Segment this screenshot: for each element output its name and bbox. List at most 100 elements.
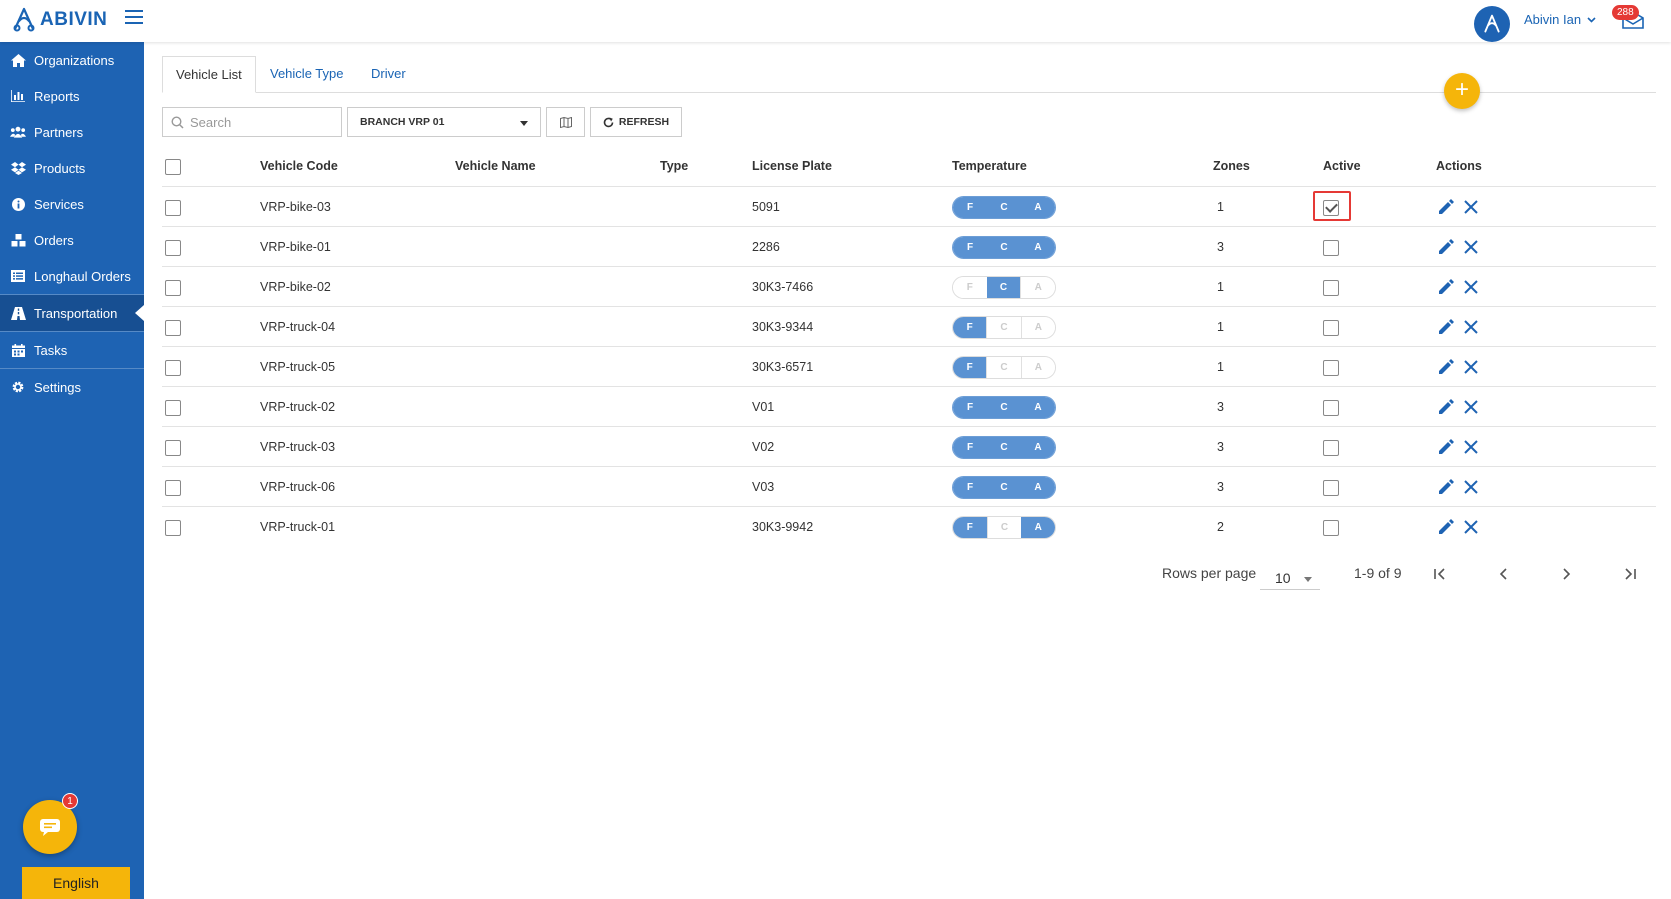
row-select-checkbox[interactable]: [165, 240, 181, 256]
abivin-logo-icon: [13, 7, 35, 32]
license-plate: 2286: [752, 240, 780, 254]
temperature-toggle-a[interactable]: A: [1021, 477, 1055, 498]
last-page-icon: [1625, 568, 1636, 580]
row-select-checkbox[interactable]: [165, 520, 181, 536]
active-checkbox[interactable]: [1323, 520, 1339, 536]
rows-per-page-select[interactable]: 10: [1260, 566, 1320, 590]
row-select-checkbox[interactable]: [165, 400, 181, 416]
edit-icon[interactable]: [1437, 438, 1455, 456]
active-checkbox[interactable]: [1323, 400, 1339, 416]
sidebar-item-orders[interactable]: Orders: [0, 222, 144, 258]
zones-count: 1: [1217, 200, 1224, 214]
temperature-toggle-a[interactable]: A: [1021, 397, 1055, 418]
tab-vehicle-list[interactable]: Vehicle List: [162, 56, 256, 93]
row-select-checkbox[interactable]: [165, 480, 181, 496]
temperature-toggle-f[interactable]: F: [953, 277, 987, 298]
sidebar-item-organizations[interactable]: Organizations: [0, 42, 144, 78]
temperature-toggle-f[interactable]: F: [953, 477, 987, 498]
temperature-toggle-c[interactable]: C: [986, 317, 1021, 338]
column-header-license-plate: License Plate: [752, 159, 832, 173]
temperature-toggle-a[interactable]: A: [1020, 357, 1055, 378]
delete-icon[interactable]: [1462, 478, 1480, 496]
delete-icon[interactable]: [1462, 398, 1480, 416]
search-input[interactable]: [190, 114, 330, 130]
edit-icon[interactable]: [1437, 238, 1455, 256]
delete-icon[interactable]: [1462, 318, 1480, 336]
edit-icon[interactable]: [1437, 398, 1455, 416]
avatar[interactable]: [1474, 6, 1510, 42]
road-icon: [10, 305, 26, 321]
temperature-toggle-a[interactable]: A: [1021, 237, 1055, 258]
row-select-checkbox[interactable]: [165, 280, 181, 296]
temperature-toggle-c[interactable]: C: [987, 197, 1021, 218]
temperature-toggle-a[interactable]: A: [1020, 317, 1055, 338]
row-select-checkbox[interactable]: [165, 440, 181, 456]
active-checkbox[interactable]: [1323, 440, 1339, 456]
temperature-toggle-c[interactable]: C: [987, 477, 1021, 498]
temperature-toggle-a[interactable]: A: [1021, 437, 1055, 458]
map-button[interactable]: [546, 107, 585, 137]
temperature-toggle-f[interactable]: F: [953, 197, 987, 218]
delete-icon[interactable]: [1462, 518, 1480, 536]
language-selector[interactable]: English: [22, 867, 130, 899]
active-checkbox[interactable]: [1323, 360, 1339, 376]
temperature-toggle-f[interactable]: F: [953, 437, 987, 458]
temperature-toggle-c[interactable]: C: [986, 517, 1022, 538]
active-checkbox[interactable]: [1323, 280, 1339, 296]
edit-icon[interactable]: [1437, 278, 1455, 296]
branch-select[interactable]: BRANCH VRP 01: [347, 107, 541, 137]
temperature-toggle-c[interactable]: C: [987, 437, 1021, 458]
refresh-button[interactable]: REFRESH: [590, 107, 682, 137]
temperature-toggle-c[interactable]: C: [986, 357, 1021, 378]
temperature-toggle-f[interactable]: F: [953, 237, 987, 258]
active-checkbox[interactable]: [1323, 480, 1339, 496]
add-vehicle-button[interactable]: +: [1444, 73, 1480, 109]
temperature-toggle-a[interactable]: A: [1020, 277, 1055, 298]
sidebar-item-longhaul-orders[interactable]: Longhaul Orders: [0, 258, 144, 294]
temperature-toggle-f[interactable]: F: [953, 357, 987, 378]
edit-icon[interactable]: [1437, 198, 1455, 216]
tab-driver[interactable]: Driver: [371, 56, 406, 93]
edit-icon[interactable]: [1437, 478, 1455, 496]
delete-icon[interactable]: [1462, 358, 1480, 376]
temperature-toggle-c[interactable]: C: [987, 397, 1021, 418]
user-name: Abivin Ian: [1524, 12, 1582, 27]
menu-toggle-icon[interactable]: [125, 10, 143, 26]
search-icon: [171, 115, 184, 129]
edit-icon[interactable]: [1437, 318, 1455, 336]
last-page-button[interactable]: [1620, 564, 1640, 584]
logo[interactable]: ABIVIN: [12, 7, 107, 33]
temperature-toggle-a[interactable]: A: [1021, 517, 1055, 538]
delete-icon[interactable]: [1462, 198, 1480, 216]
sidebar-item-partners[interactable]: Partners: [0, 114, 144, 150]
first-page-button[interactable]: [1430, 564, 1450, 584]
temperature-toggle-f[interactable]: F: [953, 517, 987, 538]
active-checkbox[interactable]: [1323, 320, 1339, 336]
temperature-toggle-f[interactable]: F: [953, 317, 987, 338]
previous-page-button[interactable]: [1494, 564, 1514, 584]
next-page-button[interactable]: [1556, 564, 1576, 584]
row-select-checkbox[interactable]: [165, 360, 181, 376]
delete-icon[interactable]: [1462, 238, 1480, 256]
sidebar-item-services[interactable]: Services: [0, 186, 144, 222]
temperature-toggle-a[interactable]: A: [1021, 197, 1055, 218]
temperature-toggle-f[interactable]: F: [953, 397, 987, 418]
sidebar-item-products[interactable]: Products: [0, 150, 144, 186]
sidebar-item-transportation[interactable]: Transportation: [0, 295, 144, 331]
user-menu[interactable]: Abivin Ian: [1524, 12, 1596, 27]
delete-icon[interactable]: [1462, 278, 1480, 296]
mail-badge: 288: [1612, 5, 1639, 20]
select-all-checkbox[interactable]: [165, 159, 181, 175]
sidebar-item-tasks[interactable]: Tasks: [0, 332, 144, 368]
edit-icon[interactable]: [1437, 358, 1455, 376]
active-checkbox[interactable]: [1323, 240, 1339, 256]
temperature-toggle-c[interactable]: C: [986, 277, 1021, 298]
tab-vehicle-type[interactable]: Vehicle Type: [270, 56, 343, 93]
temperature-toggle-c[interactable]: C: [987, 237, 1021, 258]
sidebar-item-reports[interactable]: Reports: [0, 78, 144, 114]
sidebar-item-settings[interactable]: Settings: [0, 369, 144, 405]
row-select-checkbox[interactable]: [165, 200, 181, 216]
row-select-checkbox[interactable]: [165, 320, 181, 336]
edit-icon[interactable]: [1437, 518, 1455, 536]
delete-icon[interactable]: [1462, 438, 1480, 456]
